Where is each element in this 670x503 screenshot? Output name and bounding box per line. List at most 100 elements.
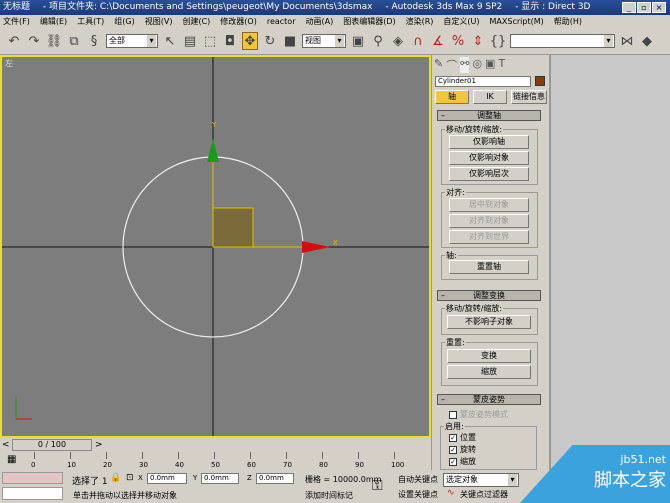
add-time-tag-button[interactable]: 添加时间标记 (305, 490, 353, 501)
key-filters-button[interactable]: 关键点过滤器 (460, 489, 508, 500)
select-icon[interactable]: ↖ (162, 32, 178, 50)
tab-ik[interactable]: IK (473, 90, 507, 104)
x-coord-input[interactable]: 0.0mm (147, 473, 187, 484)
menu-maxscript[interactable]: MAXScript(M) (490, 15, 544, 28)
align-to-object-button[interactable]: 对齐到对象 (449, 214, 529, 228)
rotate-icon[interactable]: ↻ (262, 32, 278, 50)
key-icon[interactable]: ⚿ (372, 478, 383, 494)
menu-file[interactable]: 文件(F) (3, 15, 30, 28)
menu-rendering[interactable]: 渲染(R) (406, 15, 434, 28)
affect-pivot-only-button[interactable]: 仅影响轴 (449, 135, 529, 149)
unlink-icon[interactable]: ⧉ (66, 32, 82, 50)
time-slider-thumb[interactable]: 0 / 100 (12, 439, 92, 451)
reset-scale-button[interactable]: 缩放 (447, 365, 531, 379)
timeline-tick-label: 40 (175, 461, 184, 469)
reset-pivot-button[interactable]: 重置轴 (449, 260, 529, 274)
affect-hierarchy-only-button[interactable]: 仅影响层次 (449, 167, 529, 181)
percent-snap-icon[interactable]: % (450, 32, 466, 50)
key-mode-select[interactable]: 选定对象 (443, 473, 519, 487)
menu-graph-editors[interactable]: 图表编辑器(D) (343, 15, 395, 28)
position-checkbox[interactable]: ✓ 位置 (449, 432, 476, 443)
timeline-tick (394, 452, 395, 459)
move-icon[interactable]: ✥ (242, 32, 258, 50)
timeline-tick-label: 0 (31, 461, 36, 469)
pivot-center-icon[interactable]: ▣ (350, 32, 366, 50)
menu-edit[interactable]: 编辑(E) (40, 15, 67, 28)
set-key-button[interactable]: 设置关键点 (398, 489, 438, 500)
next-frame-icon[interactable]: > (95, 440, 103, 450)
mirror-icon[interactable]: ⋈ (619, 32, 635, 50)
minimize-button[interactable]: _ (622, 2, 636, 13)
rollout-adjust-pivot[interactable]: – 调整轴 (437, 110, 541, 121)
reset-transform-button[interactable]: 变换 (447, 349, 531, 363)
group-label: 移动/旋转/缩放: (445, 124, 504, 135)
auto-key-button[interactable]: 自动关键点 (398, 474, 438, 485)
menu-create[interactable]: 创建(C) (182, 15, 210, 28)
modify-tab-icon[interactable]: ⌒ (446, 57, 457, 73)
tab-pivot[interactable]: 轴 (435, 90, 469, 104)
display-tab-icon[interactable]: ▣ (485, 57, 495, 73)
angle-snap-icon[interactable]: ∡ (430, 32, 446, 50)
prev-frame-icon[interactable]: < (2, 440, 10, 450)
lock-icon[interactable]: 🔒 (110, 473, 121, 483)
edit-named-sel-icon[interactable]: {} (490, 32, 507, 50)
rotation-checkbox[interactable]: ✓ 旋转 (449, 444, 476, 455)
menu-views[interactable]: 视图(V) (145, 15, 173, 28)
affect-object-only-button[interactable]: 仅影响对象 (449, 151, 529, 165)
absolute-mode-icon[interactable]: ⊡ (126, 473, 134, 483)
rollout-skin-pose[interactable]: – 蒙皮姿势 (437, 394, 541, 405)
undo-icon[interactable]: ↶ (6, 32, 22, 50)
skin-pose-mode-checkbox[interactable]: 蒙皮姿势模式 (449, 409, 508, 420)
menu-modifiers[interactable]: 修改器(O) (220, 15, 257, 28)
maximize-button[interactable]: ▫ (637, 2, 651, 13)
z-coord-input[interactable]: 0.0mm (256, 473, 294, 484)
named-selection-select[interactable] (510, 34, 615, 48)
utilities-tab-icon[interactable]: T (498, 57, 505, 73)
mini-curve-editor-icon[interactable]: ▦ (7, 454, 16, 465)
scale-icon[interactable]: ■ (282, 32, 298, 50)
ref-coord-select[interactable]: 视图 (302, 34, 346, 48)
timeline-tick (214, 452, 215, 459)
keyboard-shortcut-icon[interactable]: ◈ (390, 32, 406, 50)
menu-customize[interactable]: 自定义(U) (443, 15, 479, 28)
timeline-tick-label: 80 (319, 461, 328, 469)
menu-animation[interactable]: 动画(A) (305, 15, 333, 28)
timeline-tick (178, 452, 179, 459)
link-icon[interactable]: ⛓ (46, 32, 63, 50)
create-tab-icon[interactable]: ✎ (434, 57, 443, 73)
rollout-adjust-transform[interactable]: – 调整变换 (437, 290, 541, 301)
track-bar[interactable]: ▦ 0 10 20 30 40 50 60 70 80 90 100 (0, 452, 431, 470)
menu-tools[interactable]: 工具(T) (77, 15, 104, 28)
window-crossing-icon[interactable]: ◘ (222, 32, 238, 50)
tab-link-info[interactable]: 链接信息 (511, 90, 547, 104)
maxscript-listener-pink[interactable] (2, 472, 63, 484)
time-slider[interactable]: < 0 / 100 > (0, 438, 431, 452)
maxscript-listener-white[interactable] (2, 487, 63, 500)
y-coord-input[interactable]: 0.0mm (201, 473, 239, 484)
scale-checkbox[interactable]: ✓ 缩放 (449, 456, 476, 467)
align-to-world-button[interactable]: 对齐到世界 (449, 230, 529, 244)
timeline-tick (70, 452, 71, 459)
menu-reactor[interactable]: reactor (267, 15, 296, 28)
selection-filter-select[interactable]: 全部 (106, 34, 158, 48)
project-path: - 项目文件夹: C:\Documents and Settings\peuge… (42, 2, 373, 12)
y-label: Y (193, 474, 198, 482)
dont-affect-children-button[interactable]: 不影响子对象 (447, 315, 531, 329)
menu-group[interactable]: 组(G) (114, 15, 134, 28)
spinner-snap-icon[interactable]: ⇕ (470, 32, 486, 50)
manipulate-icon[interactable]: ⚲ (370, 32, 386, 50)
hierarchy-tab-icon[interactable]: ⚯ (460, 57, 470, 73)
snap-icon[interactable]: ∩ (410, 32, 426, 50)
bind-space-warp-icon[interactable]: § (86, 32, 102, 50)
align-icon[interactable]: ◆ (639, 32, 655, 50)
rect-region-icon[interactable]: ⬚ (202, 32, 218, 50)
object-color-swatch[interactable] (535, 76, 545, 86)
redo-icon[interactable]: ↷ (26, 32, 42, 50)
motion-tab-icon[interactable]: ◎ (472, 57, 482, 73)
object-name-input[interactable]: Cylinder01 (435, 76, 531, 87)
center-to-object-button[interactable]: 居中到对象 (449, 198, 529, 212)
viewport-left[interactable]: 左 Y X (0, 55, 431, 438)
close-button[interactable]: × (652, 2, 666, 13)
menu-help[interactable]: 帮助(H) (554, 15, 582, 28)
select-by-name-icon[interactable]: ▤ (182, 32, 198, 50)
